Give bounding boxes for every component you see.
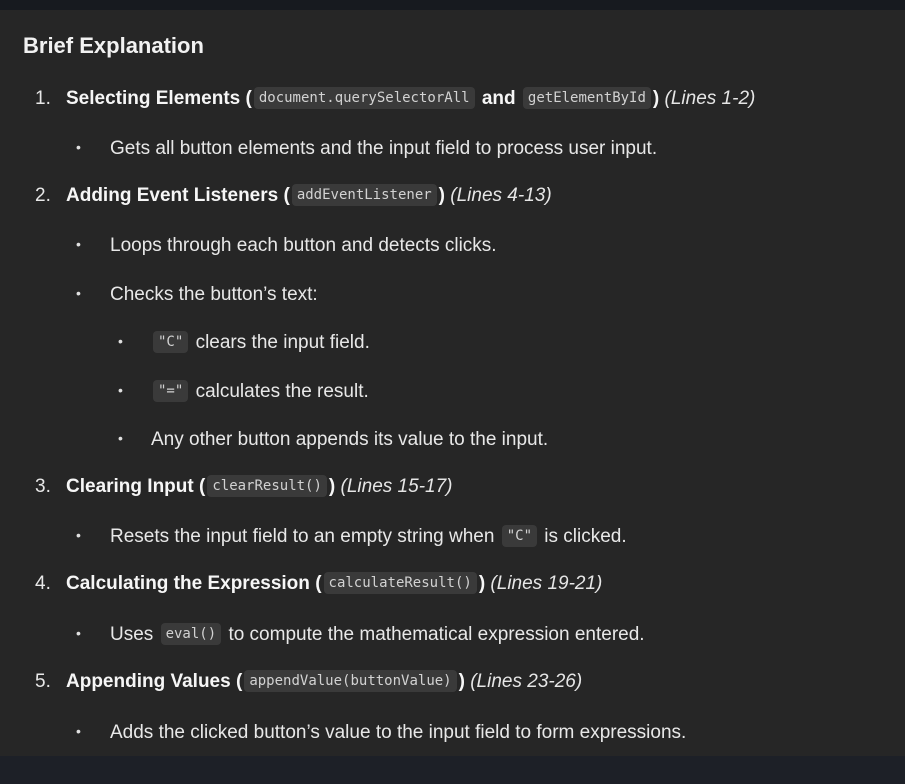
close-paren: ) xyxy=(458,671,465,692)
sub-bullet-text: clears the input field. xyxy=(195,332,370,353)
sub-bullet-item: • "C" clears the input field. xyxy=(118,326,370,356)
open-paren: ( xyxy=(245,88,252,109)
bullet-item: • Gets all button elements and the input … xyxy=(76,132,657,162)
bullet-icon: • xyxy=(76,236,81,252)
open-paren: ( xyxy=(283,185,290,206)
list-item-3: 3. Clearing Input (clearResult()) (Lines … xyxy=(35,472,452,502)
open-paren: ( xyxy=(235,671,243,692)
line-reference: (Lines 19-21) xyxy=(490,573,603,594)
open-paren: ( xyxy=(315,573,322,594)
inline-code: appendValue(buttonValue) xyxy=(244,670,457,692)
close-paren: ) xyxy=(328,476,336,497)
bullet-icon: • xyxy=(118,430,123,446)
list-item-5: 5. Appending Values (appendValue(buttonVa… xyxy=(35,667,582,697)
sub-bullet-item: • "=" calculates the result. xyxy=(118,375,369,405)
line-reference: (Lines 4-13) xyxy=(450,185,552,206)
open-paren: ( xyxy=(199,476,206,497)
bullet-text-end: is clicked. xyxy=(544,526,627,547)
item-title: Appending Values xyxy=(66,671,231,692)
close-paren: ) xyxy=(652,88,660,109)
item-number: 4. xyxy=(35,573,51,594)
item-number: 1. xyxy=(35,88,51,109)
inline-code: calculateResult() xyxy=(323,572,477,594)
sub-bullet-text: Any other button appends its value to th… xyxy=(151,429,549,450)
line-reference: (Lines 15-17) xyxy=(340,476,453,497)
inline-code: "C" xyxy=(501,525,538,547)
bullet-text: Gets all button elements and the input f… xyxy=(110,138,658,159)
inline-code: eval() xyxy=(160,623,222,645)
item-number: 2. xyxy=(35,185,51,206)
bullet-text: Resets the input field to an empty strin… xyxy=(110,526,495,547)
item-title: Selecting Elements xyxy=(66,88,241,109)
list-item-4: 4. Calculating the Expression (calculateR… xyxy=(35,569,602,599)
inline-code: document.querySelectorAll xyxy=(253,87,475,109)
bullet-item: • Loops through each button and detects c… xyxy=(76,229,497,259)
bullet-text-end: to compute the mathematical expression e… xyxy=(228,624,645,645)
bullet-icon: • xyxy=(76,285,81,301)
bullet-icon: • xyxy=(76,527,81,543)
item-title: Clearing Input xyxy=(66,476,194,497)
bullet-item: • Uses eval() to compute the mathematical… xyxy=(76,618,645,648)
bullet-icon: • xyxy=(76,139,81,155)
bullet-text: Checks the button’s text: xyxy=(110,284,318,305)
inline-code: "C" xyxy=(153,331,189,353)
close-paren: ) xyxy=(438,185,445,206)
top-band xyxy=(0,0,905,10)
sub-bullet-text: calculates the result. xyxy=(195,381,369,402)
inline-code: "=" xyxy=(153,380,189,402)
line-reference: (Lines 23-26) xyxy=(470,671,583,692)
list-item-1: 1. Selecting Elements (document.querySele… xyxy=(35,84,755,114)
line-reference: (Lines 1-2) xyxy=(664,88,756,109)
bottom-band xyxy=(0,756,905,784)
bullet-icon: • xyxy=(118,382,123,398)
item-number: 5. xyxy=(35,671,51,692)
bullet-icon: • xyxy=(76,723,81,739)
sub-bullet-item: • Any other button appends its value to t… xyxy=(118,423,548,453)
item-title: Adding Event Listeners xyxy=(66,185,279,206)
item-title: Calculating the Expression xyxy=(66,573,310,594)
close-paren: ) xyxy=(478,573,486,594)
list-item-2: 2. Adding Event Listeners (addEventListen… xyxy=(35,181,552,211)
inline-code: clearResult() xyxy=(207,475,327,497)
bullet-text: Uses xyxy=(110,624,154,645)
inline-code: getElementById xyxy=(522,87,651,109)
bullet-text: Loops through each button and detects cl… xyxy=(110,235,497,256)
inline-code: addEventListener xyxy=(291,184,437,206)
bullet-text: Adds the clicked button’s value to the i… xyxy=(110,722,687,743)
bullet-item: • Checks the button’s text: xyxy=(76,278,318,308)
and-word: and xyxy=(481,88,516,109)
bullet-icon: • xyxy=(76,625,81,641)
section-heading: Brief Explanation xyxy=(23,33,204,58)
item-number: 3. xyxy=(35,476,51,497)
bullet-item: • Adds the clicked button’s value to the … xyxy=(76,716,686,746)
bullet-item: • Resets the input field to an empty stri… xyxy=(76,520,627,550)
bullet-icon: • xyxy=(118,333,123,349)
